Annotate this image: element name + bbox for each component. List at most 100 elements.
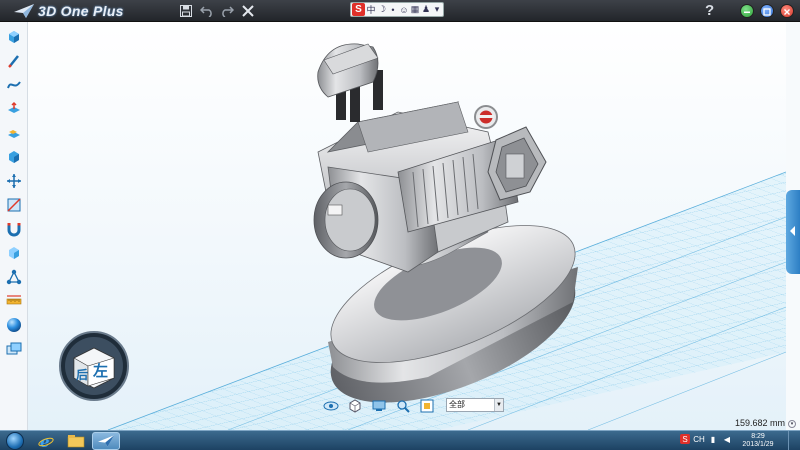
curve-icon (7, 81, 21, 89)
view-plane-icon (372, 400, 386, 411)
special-feature-tool[interactable] (5, 100, 23, 118)
assembly-tool[interactable] (5, 268, 23, 286)
windows-taskbar: e S CH ▮ ◀ 8:29 2013/1/29 (0, 430, 800, 450)
sketch-pen-icon (8, 55, 19, 68)
app-logo: 3D One Plus (14, 2, 124, 20)
folder-icon (67, 435, 85, 448)
save-button[interactable] (178, 3, 194, 19)
close-document-button[interactable] (240, 3, 256, 19)
ime-toolbar[interactable]: S 中 ☽ • ☺ ▦ ♟ ▾ (350, 2, 444, 17)
color-tool[interactable] (5, 316, 23, 334)
show-desktop-button[interactable] (788, 431, 800, 450)
ime-skin-icon[interactable]: ▾ (432, 4, 442, 15)
start-button[interactable] (2, 431, 28, 450)
taskbar-ie[interactable]: e (32, 432, 60, 450)
save-icon (180, 5, 192, 17)
taskbar-3d-one-plus[interactable] (92, 432, 120, 450)
render-mode-icon (349, 399, 361, 413)
help-button[interactable]: ? (705, 2, 714, 19)
tray-volume-icon[interactable]: ◀ (722, 434, 732, 444)
redo-button[interactable] (219, 3, 235, 19)
curve-tool[interactable] (5, 76, 23, 94)
sogou-ime-logo: S (352, 3, 365, 16)
magnet-icon (7, 223, 21, 237)
distance-measure-tool[interactable] (5, 292, 23, 310)
ime-mode-label[interactable]: 中 (366, 3, 376, 16)
ime-keyboard-icon[interactable]: ▦ (410, 4, 420, 15)
side-panel-toggle[interactable] (786, 190, 800, 274)
render-mode-button[interactable] (346, 397, 364, 415)
title-bar: 3D One Plus S 中 ☽ • ☺ ▦ ♟ ▾ ? (0, 0, 800, 22)
primitive-solid-tool[interactable] (5, 28, 23, 46)
measure-readout: 159.682 mm (735, 418, 786, 428)
paper-plane-icon (98, 435, 114, 447)
chevron-left-icon (790, 226, 795, 236)
measure-dropdown-button[interactable]: ▾ (788, 420, 796, 428)
layer-filter-value: 全部 (449, 400, 465, 409)
magnet-tool[interactable] (5, 220, 23, 238)
zoom-button[interactable] (394, 397, 412, 415)
combine-icon (7, 198, 21, 212)
move-tool[interactable] (5, 172, 23, 190)
ime-dot-icon[interactable]: • (388, 5, 398, 15)
restore-icon (763, 8, 771, 16)
close-icon (242, 5, 254, 17)
restore-button[interactable] (760, 4, 774, 18)
side-knob (313, 181, 379, 259)
special-feature-icon (8, 101, 20, 113)
window-close-button[interactable] (780, 4, 794, 18)
undo-button[interactable] (199, 3, 215, 19)
tray-network-icon[interactable]: ▮ (708, 434, 718, 444)
combine-tool[interactable] (5, 196, 23, 214)
view-cube-back-face[interactable]: 后 (76, 366, 88, 383)
fit-view-button[interactable] (418, 397, 436, 415)
feature-modify-icon (8, 130, 20, 138)
assembly-icon (6, 269, 22, 285)
component-library-icon (6, 342, 22, 355)
view-eye-icon (323, 401, 339, 411)
basic-edit-tool[interactable] (5, 148, 23, 166)
basic-edit-icon (9, 151, 19, 163)
undo-icon (200, 6, 212, 17)
minimize-icon (744, 11, 750, 13)
material-cube-icon (9, 247, 19, 259)
system-tray: S CH ▮ ◀ (680, 434, 732, 444)
top-cylinder (317, 43, 383, 122)
distance-measure-icon (6, 295, 22, 305)
ime-emoji-icon[interactable]: ☺ (399, 5, 409, 15)
view-cube[interactable]: 后 左 (58, 330, 130, 402)
tray-sogou-icon[interactable]: S (680, 434, 690, 444)
minimize-button[interactable] (740, 4, 754, 18)
clock-date: 2013/1/29 (742, 441, 774, 448)
component-library-tool[interactable] (5, 340, 23, 358)
close-icon (784, 9, 790, 15)
taskbar-explorer[interactable] (62, 432, 90, 450)
color-sphere-icon (7, 318, 21, 332)
windows-logo-icon (6, 432, 24, 450)
red-gauge (474, 105, 498, 129)
sketch-tool[interactable] (5, 52, 23, 70)
tray-language[interactable]: CH (693, 434, 705, 444)
paper-plane-icon (14, 4, 34, 18)
view-cube-left-face[interactable]: 左 (93, 360, 108, 381)
view-visibility-button[interactable] (322, 397, 340, 415)
left-toolbar (0, 22, 28, 430)
fit-view-icon (420, 399, 434, 413)
ime-punctuation-icon[interactable]: ☽ (377, 4, 387, 15)
internet-explorer-icon: e (38, 433, 54, 449)
app-title: 3D One Plus (38, 3, 124, 19)
feature-modify-tool[interactable] (5, 124, 23, 142)
ime-user-icon[interactable]: ♟ (421, 4, 431, 15)
redo-icon (222, 6, 234, 17)
clock-time: 8:29 (751, 433, 765, 440)
3d-scene (107, 43, 786, 430)
3d-viewport[interactable] (28, 22, 786, 430)
view-plane-button[interactable] (370, 397, 388, 415)
chevron-down-icon: ▼ (494, 399, 503, 411)
zoom-icon (397, 400, 410, 413)
move-icon (7, 174, 21, 188)
primitive-solid-icon (9, 31, 19, 43)
material-tool[interactable] (5, 244, 23, 262)
system-clock[interactable]: 8:29 2013/1/29 (738, 433, 778, 449)
layer-filter-select[interactable]: 全部 ▼ (446, 398, 504, 412)
